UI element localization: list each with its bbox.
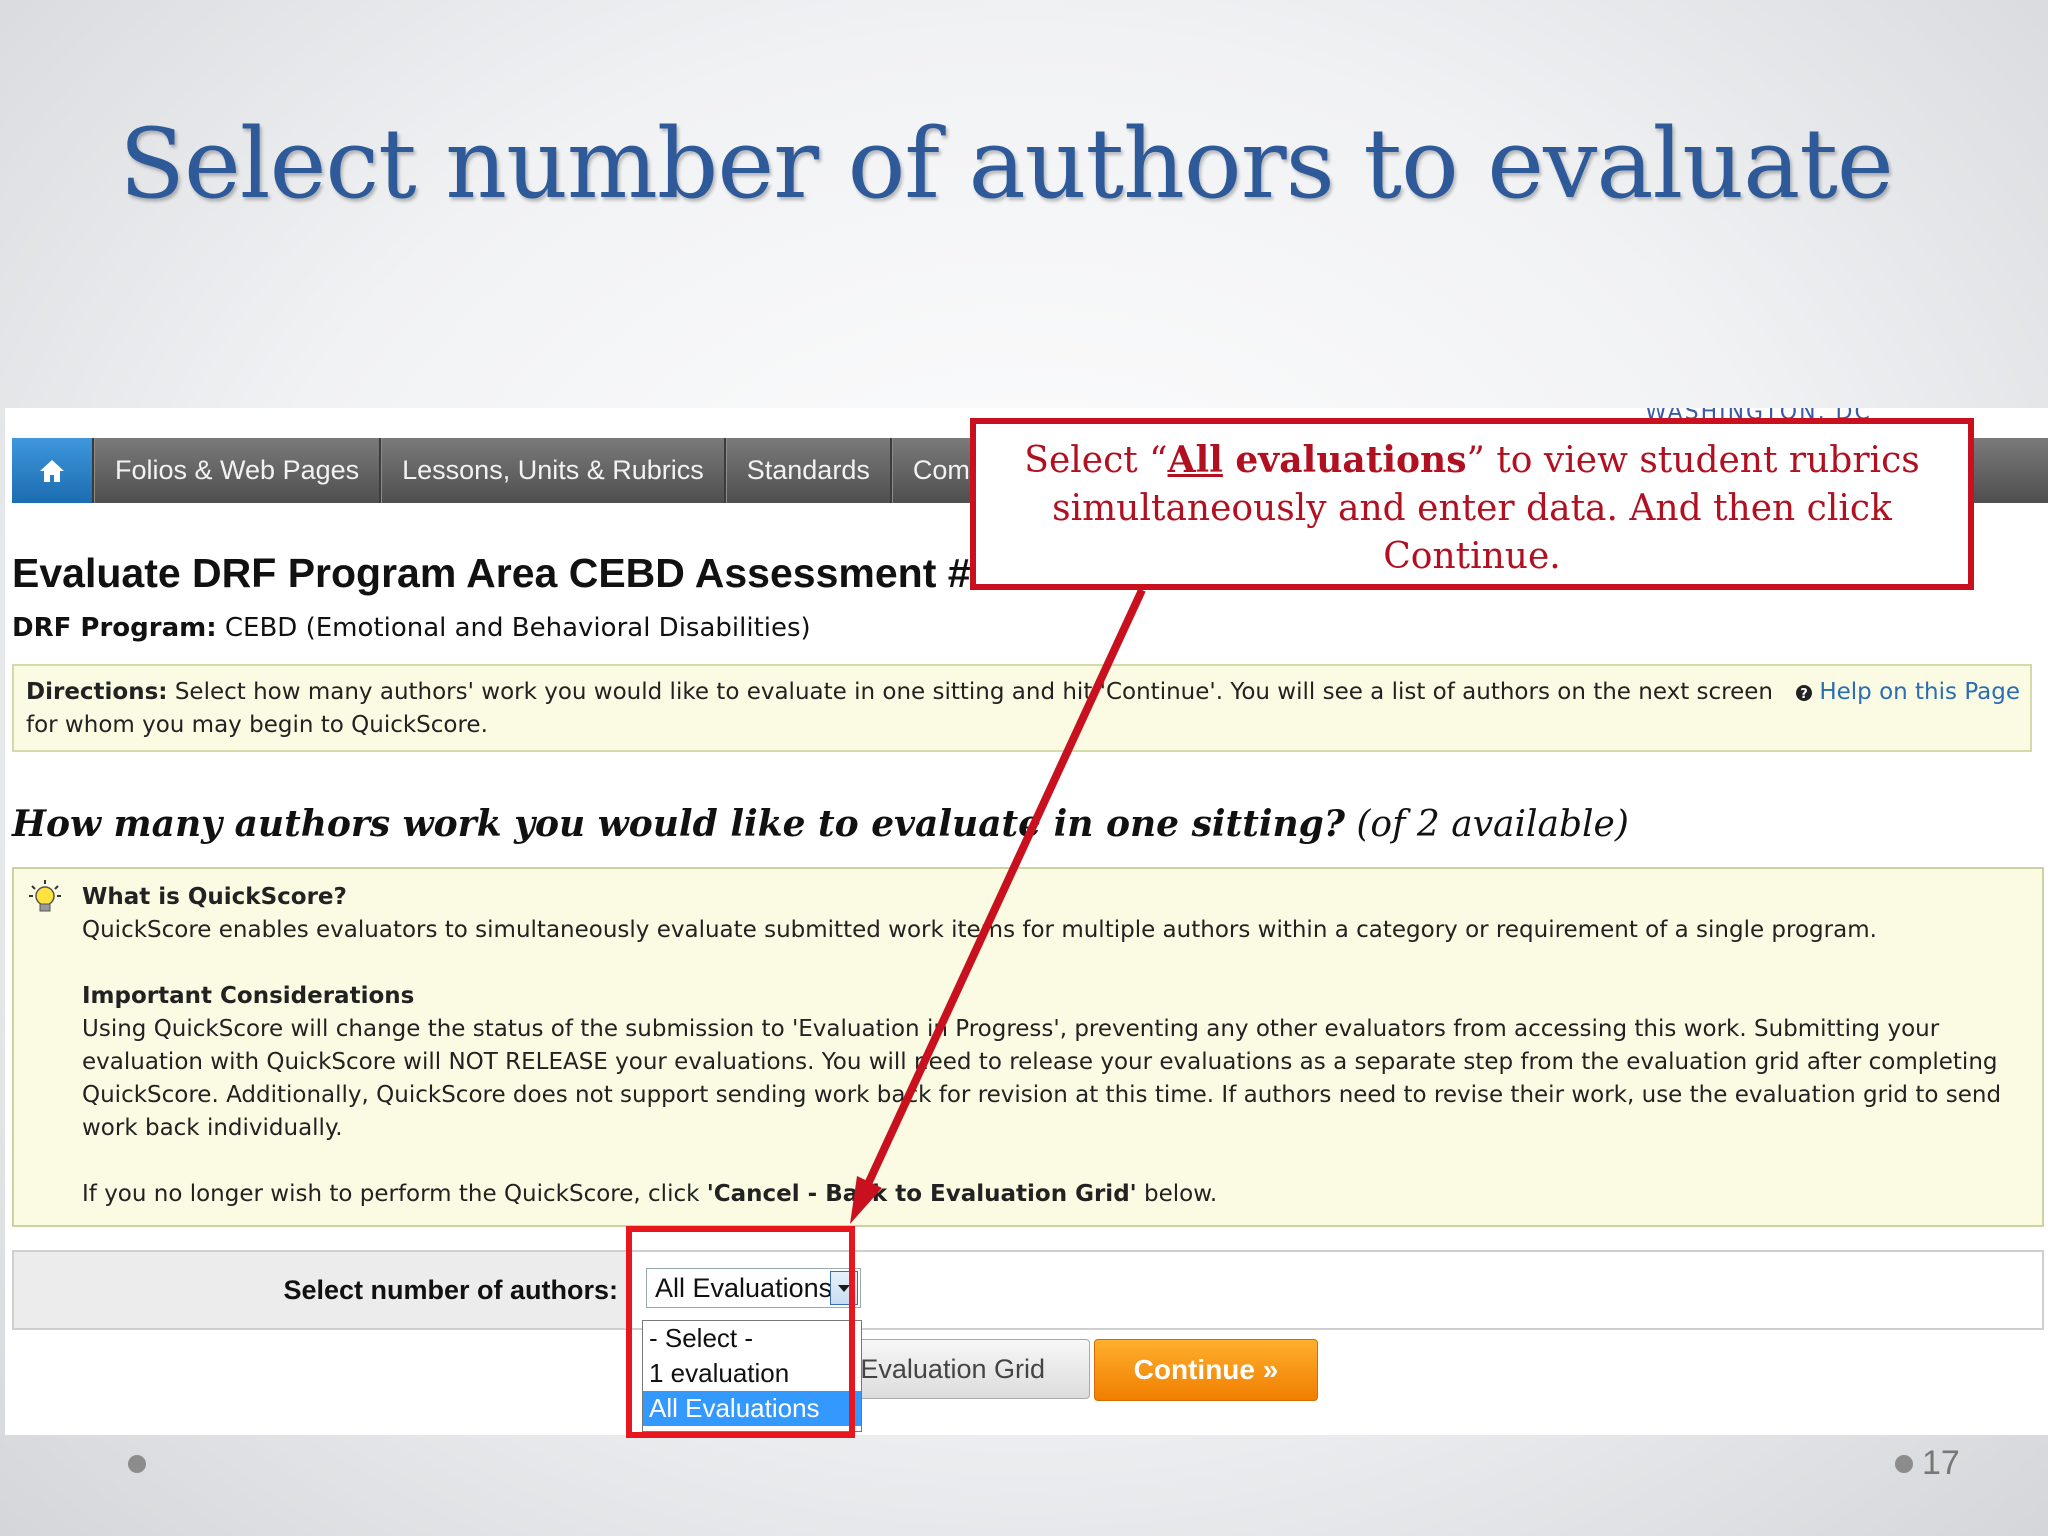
annotation-arrow (850, 588, 1146, 1224)
